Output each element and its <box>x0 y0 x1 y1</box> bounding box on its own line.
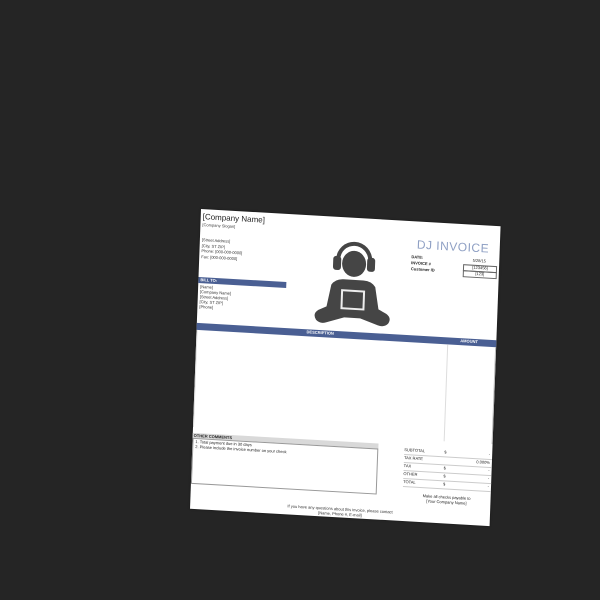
totals-label: TAX RATE <box>403 455 424 462</box>
bill-to-line: [Phone] <box>199 304 214 310</box>
amount-column-divider <box>443 344 449 442</box>
invoice-page: [Company Name] [Company Slogan] [Street … <box>190 209 501 527</box>
totals-symbol: $ <box>444 449 447 455</box>
invoice-title: DJ INVOICE <box>416 237 490 256</box>
totals-value: - <box>487 483 490 489</box>
totals-label: TAX <box>403 463 412 469</box>
totals-label: OTHER <box>403 471 418 477</box>
totals-label: TOTAL <box>403 479 416 485</box>
customer-id-label: Customer ID <box>410 266 435 273</box>
bill-to-block: [Name] [Company Name] [Street Address] [… <box>199 284 231 312</box>
totals-value: - <box>487 475 490 481</box>
amount-header: AMOUNT <box>460 338 478 345</box>
totals-value: 0.000% <box>476 459 490 465</box>
company-address: [Street Address] [City, ST ZIP] Phone: [… <box>201 237 243 262</box>
customer-id-value: [123] <box>462 270 497 279</box>
totals-symbol: $ <box>443 481 446 487</box>
totals-symbol: $ <box>443 473 446 479</box>
totals-block: SUBTOTAL $ - TAX RATE 0.000% TAX $ - OTH… <box>402 447 493 493</box>
totals-symbol: $ <box>443 465 447 471</box>
footer-note: If you have any questions about this inv… <box>250 502 430 522</box>
comments-box: 1. Total payment due in 30 days 2. Pleas… <box>190 437 379 495</box>
totals-value: - <box>488 467 490 473</box>
totals-value: - <box>488 451 491 458</box>
payable-note: Make all checks payable to [Your Company… <box>402 493 490 508</box>
totals-label: SUBTOTAL <box>404 447 426 454</box>
invoice-meta: DATE: 5/28/15 INVOICE # [123456] Custome… <box>410 254 500 279</box>
line-items-table <box>193 329 497 445</box>
company-slogan: [Company Slogan] <box>202 222 236 229</box>
address-line: Fax: [000-000-0000] <box>201 253 238 261</box>
dj-headphones-icon <box>314 241 390 327</box>
